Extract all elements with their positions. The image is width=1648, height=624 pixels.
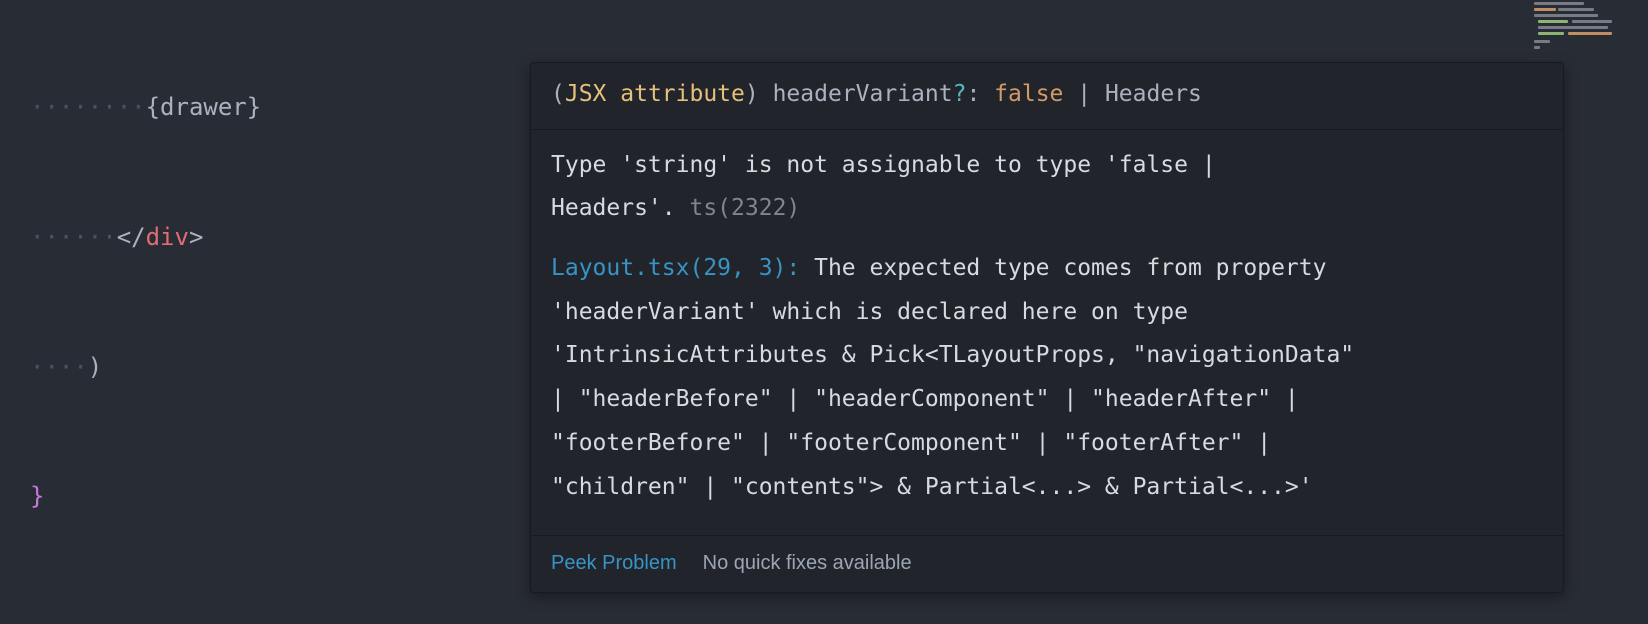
hover-tooltip: (JSX attribute) headerVariant?: false | … [530, 62, 1564, 593]
error-message: Type 'string' is not assignable to type … [551, 144, 1543, 231]
rel-text: 'IntrinsicAttributes & Pick<TLayoutProps… [551, 342, 1354, 368]
sig-type: Headers [1105, 81, 1202, 107]
sig-name: headerVariant [773, 81, 953, 107]
rel-text: | "headerBefore" | "headerComponent" | "… [551, 386, 1299, 412]
sig-paren-open: ( [551, 81, 565, 107]
sig-paren-close: ) [745, 81, 773, 107]
hover-signature: (JSX attribute) headerVariant?: false | … [531, 63, 1563, 130]
tag-close: > [189, 223, 203, 251]
err-text: Headers'. [551, 195, 689, 221]
rel-text: The expected type comes from property [814, 255, 1326, 281]
rel-text: "footerBefore" | "footerComponent" | "fo… [551, 430, 1271, 456]
sig-false: false [994, 81, 1063, 107]
sig-kind: JSX attribute [565, 81, 745, 107]
sig-colon: : [966, 81, 994, 107]
sig-opt: ? [953, 81, 967, 107]
error-location-link[interactable]: Layout.tsx(29, 3): [551, 255, 814, 281]
sig-pipe: | [1063, 81, 1105, 107]
ts-error-code: ts(2322) [689, 195, 800, 221]
brace-close: } [30, 482, 44, 510]
no-quick-fix-label: No quick fixes available [703, 544, 912, 582]
paren-close: ) [88, 353, 102, 381]
related-info: Layout.tsx(29, 3): The expected type com… [551, 247, 1543, 509]
err-text: Type 'string' is not assignable to type … [551, 152, 1216, 178]
rel-text: 'headerVariant' which is declared here o… [551, 299, 1188, 325]
jsx-expression: {drawer} [146, 93, 262, 121]
tag-name: div [146, 223, 189, 251]
hover-footer: Peek Problem No quick fixes available [531, 535, 1563, 592]
hover-body: Type 'string' is not assignable to type … [531, 130, 1563, 536]
rel-text: "children" | "contents"> & Partial<...> … [551, 474, 1313, 500]
tag-open: </ [117, 223, 146, 251]
minimap[interactable] [1528, 0, 1648, 60]
peek-problem-link[interactable]: Peek Problem [551, 544, 677, 582]
